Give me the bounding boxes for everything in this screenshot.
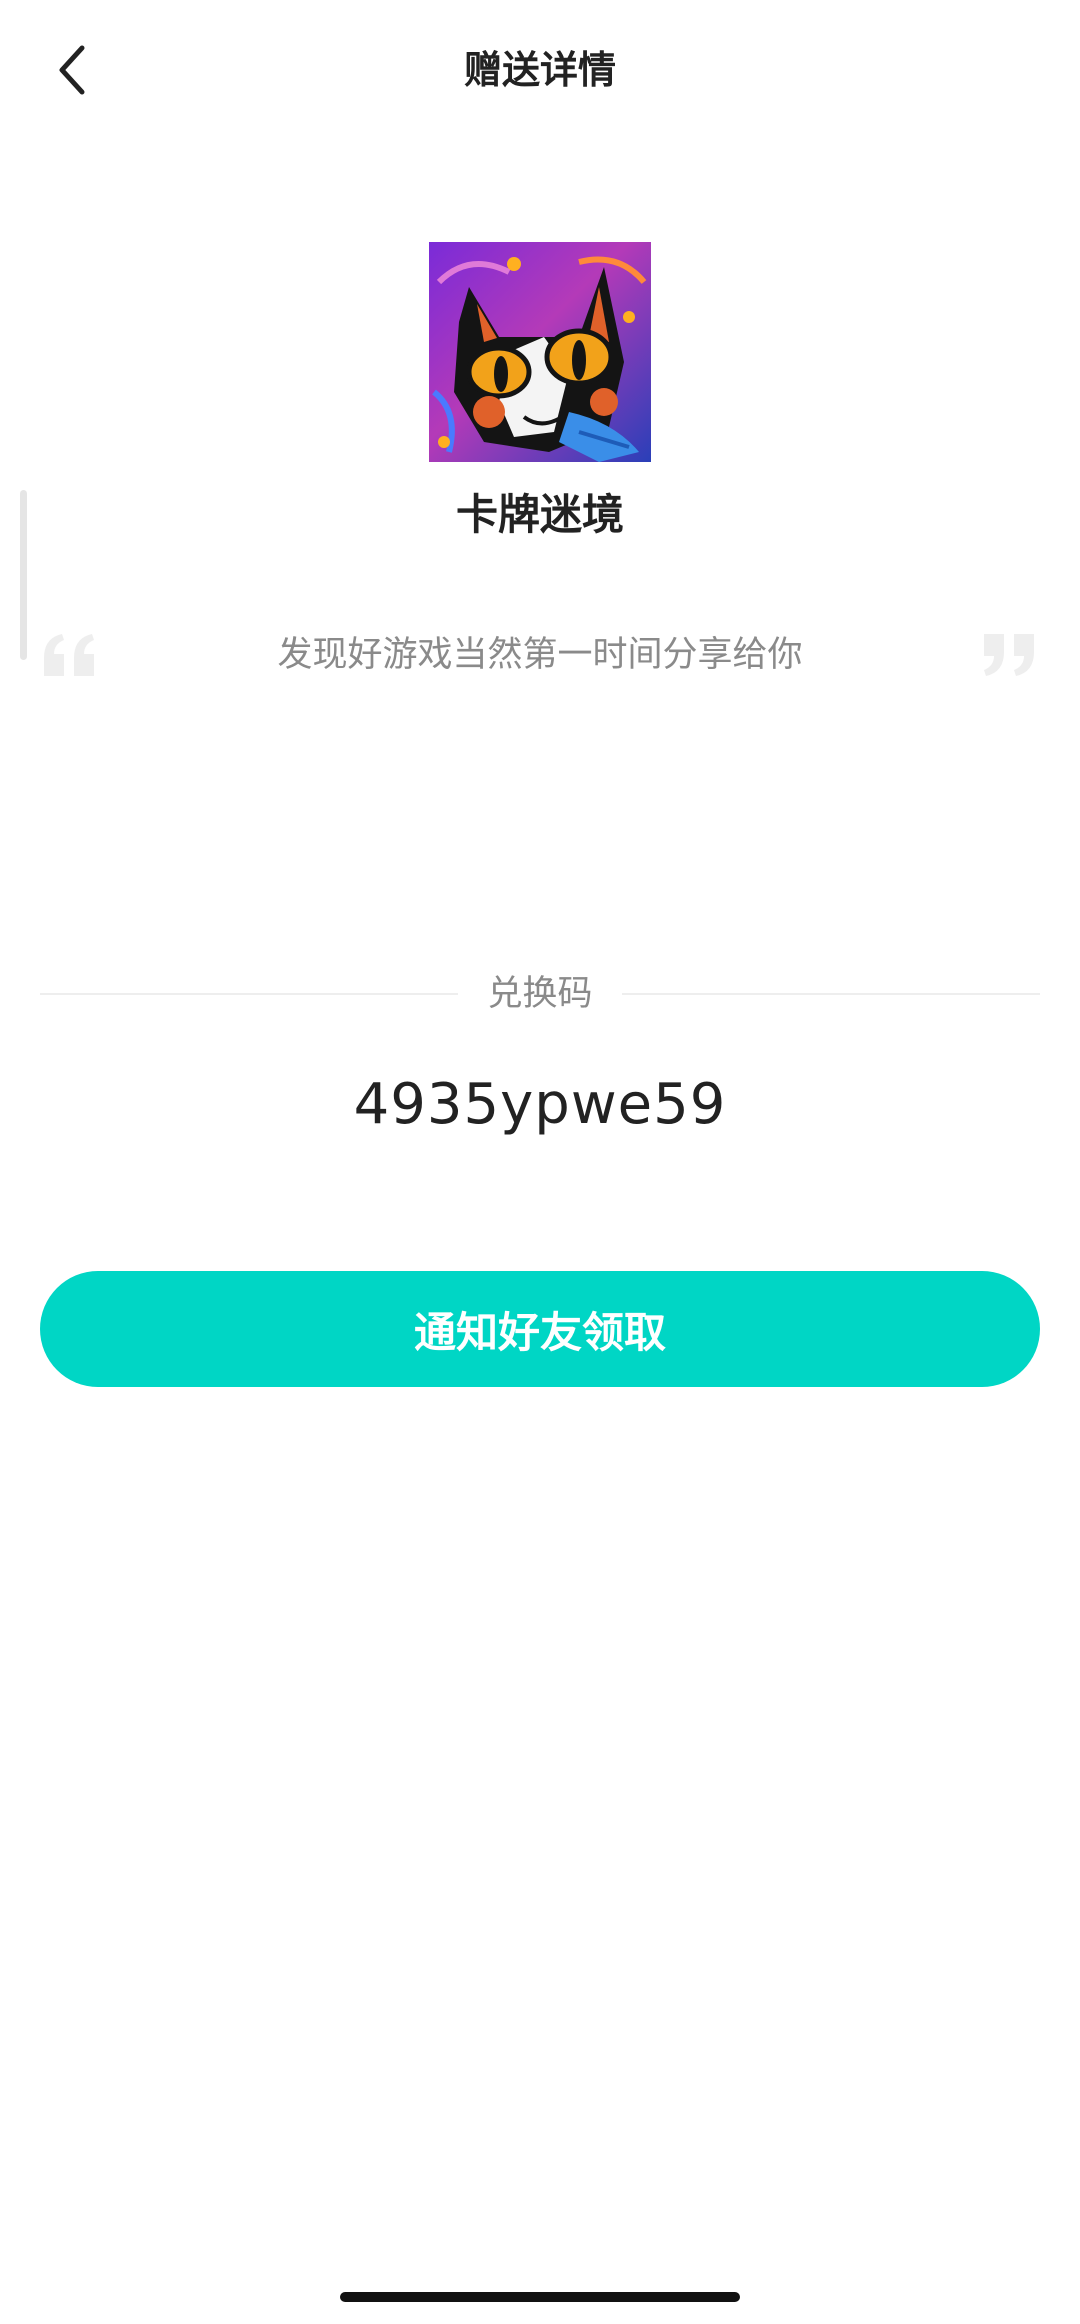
page-title: 赠送详情	[463, 48, 616, 92]
game-icon	[429, 242, 651, 462]
redeem-code-value[interactable]: 4935ypwe59	[0, 1065, 1080, 1145]
gift-detail-page: 赠送详情 卡牌迷境 发现好游戏当然第一时间分享给你 兑换码 4935ypwe59…	[0, 0, 1080, 2324]
home-indicator	[340, 2292, 740, 2302]
share-message: 发现好游戏当然第一时间分享给你	[277, 635, 803, 675]
divider-right	[622, 993, 1040, 995]
quote-close-icon	[984, 634, 1034, 676]
game-name: 卡牌迷境	[455, 490, 624, 539]
notify-friend-button-label: 通知好友领取	[413, 1307, 666, 1357]
divider-left	[40, 993, 458, 995]
quote-open-icon	[44, 634, 94, 676]
notify-friend-button[interactable]: 通知好友领取	[40, 1271, 1040, 1387]
redeem-code-label: 兑换码	[487, 974, 593, 1014]
